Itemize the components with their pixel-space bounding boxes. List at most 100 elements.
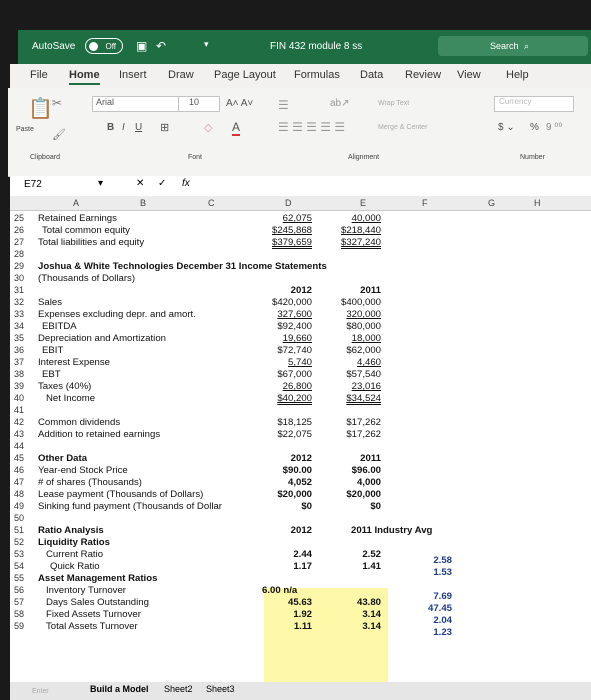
row-number[interactable]: 54: [10, 561, 36, 571]
bold-button[interactable]: B: [107, 122, 114, 133]
name-box-dropdown-icon[interactable]: ▾: [98, 178, 103, 189]
row-number[interactable]: 42: [10, 417, 36, 427]
percent-button[interactable]: %: [530, 122, 539, 133]
cell-d45[interactable]: 2012: [250, 453, 312, 464]
row-number[interactable]: 40: [10, 393, 36, 403]
row-number[interactable]: 48: [10, 489, 36, 499]
cell-d27[interactable]: $379,659: [250, 237, 312, 248]
menu-home[interactable]: Home: [69, 69, 100, 85]
cell-a52[interactable]: Liquidity Ratios: [38, 537, 110, 548]
increase-font-icon[interactable]: A˄ A˅: [226, 98, 253, 109]
cell-a32[interactable]: Sales: [38, 297, 62, 308]
cell-e57[interactable]: 43.80: [319, 597, 381, 608]
cell-e34[interactable]: $80,000: [319, 321, 381, 332]
worksheet-grid[interactable]: A B C D E F G H 25 26 27 28 29 30 31 32 …: [10, 196, 591, 682]
cell-e48[interactable]: $20,000: [319, 489, 381, 500]
cell-d59[interactable]: 1.11: [250, 621, 312, 632]
menu-page-layout[interactable]: Page Layout: [214, 69, 276, 81]
cell-d31[interactable]: 2012: [250, 285, 312, 296]
cell-a42[interactable]: Common dividends: [38, 417, 120, 428]
menu-help[interactable]: Help: [506, 69, 529, 81]
cell-d40[interactable]: $40,200: [250, 393, 312, 404]
menu-file[interactable]: File: [30, 69, 48, 81]
cell-e59[interactable]: 3.14: [319, 621, 381, 632]
cut-icon[interactable]: ✂: [52, 96, 62, 110]
cell-e38[interactable]: $57,540: [319, 369, 381, 380]
cell-e53[interactable]: 2.52: [319, 549, 381, 560]
cell-e36[interactable]: $62,000: [319, 345, 381, 356]
customize-icon[interactable]: ▾: [204, 39, 209, 50]
cell-a34[interactable]: EBITDA: [42, 321, 77, 332]
row-number[interactable]: 46: [10, 465, 36, 475]
cell-d25[interactable]: 62,075: [250, 213, 312, 224]
row-number[interactable]: 59: [10, 621, 36, 631]
row-number[interactable]: 27: [10, 237, 36, 247]
row-number[interactable]: 58: [10, 609, 36, 619]
cell-f57[interactable]: 47.45: [400, 603, 452, 614]
cell-e25[interactable]: 40,000: [319, 213, 381, 224]
cell-e33[interactable]: 320,000: [319, 309, 381, 320]
cell-a29[interactable]: Joshua & White Technologies December 31 …: [38, 261, 327, 272]
row-number[interactable]: 56: [10, 585, 36, 595]
cell-d51[interactable]: 2012: [250, 525, 312, 536]
cell-e51[interactable]: 2011 Industry Avg: [351, 525, 432, 536]
font-color-icon[interactable]: A: [232, 120, 241, 136]
row-number[interactable]: 52: [10, 537, 36, 547]
col-e[interactable]: E: [360, 198, 366, 208]
row-number[interactable]: 38: [10, 369, 36, 379]
cell-e45[interactable]: 2011: [319, 453, 381, 464]
cell-e47[interactable]: 4,000: [319, 477, 381, 488]
row-number[interactable]: 47: [10, 477, 36, 487]
cell-d26[interactable]: $245,868: [250, 225, 312, 236]
cell-a40[interactable]: Net Income: [46, 393, 95, 404]
underline-button[interactable]: U: [135, 122, 142, 133]
format-painter-icon[interactable]: 🖌: [52, 128, 66, 141]
cell-e37[interactable]: 4,460: [319, 357, 381, 368]
menu-formulas[interactable]: Formulas: [294, 69, 340, 81]
row-number[interactable]: 39: [10, 381, 36, 391]
row-number[interactable]: 26: [10, 225, 36, 235]
cell-d49[interactable]: $0: [250, 501, 312, 512]
align-left-icon[interactable]: ☰ ☰ ☰ ☰ ☰: [278, 120, 345, 134]
cell-f59[interactable]: 1.23: [400, 627, 452, 638]
number-format-select[interactable]: Currency: [494, 96, 574, 112]
row-number[interactable]: 41: [10, 405, 36, 415]
cell-e54[interactable]: 1.41: [319, 561, 381, 572]
merge-center-button[interactable]: Merge & Center: [378, 124, 427, 131]
col-b[interactable]: B: [140, 198, 146, 208]
search-box[interactable]: ⌕ Search: [438, 36, 588, 56]
cell-d48[interactable]: $20,000: [250, 489, 312, 500]
sheet-tab-sheet2[interactable]: Sheet2: [164, 684, 193, 694]
cell-f56[interactable]: 7.69: [400, 591, 452, 602]
cell-a53[interactable]: Current Ratio: [46, 549, 103, 560]
cell-d47[interactable]: 4,052: [250, 477, 312, 488]
cell-d38[interactable]: $67,000: [250, 369, 312, 380]
row-number[interactable]: 43: [10, 429, 36, 439]
cell-d57[interactable]: 45.63: [250, 597, 312, 608]
row-number[interactable]: 45: [10, 453, 36, 463]
enter-icon[interactable]: ✓: [158, 178, 166, 189]
paste-icon[interactable]: 📋: [28, 96, 53, 121]
cell-a25[interactable]: Retained Earnings: [38, 213, 117, 224]
sheet-tab-build-a-model[interactable]: Build a Model: [90, 684, 149, 694]
menu-data[interactable]: Data: [360, 69, 383, 81]
cell-d53[interactable]: 2.44: [250, 549, 312, 560]
cell-a57[interactable]: Days Sales Outstanding: [46, 597, 149, 608]
italic-button[interactable]: I: [122, 122, 125, 133]
cell-d32[interactable]: $420,000: [250, 297, 312, 308]
cell-f53[interactable]: 2.58: [400, 555, 452, 566]
row-number[interactable]: 44: [10, 441, 36, 451]
row-number[interactable]: 49: [10, 501, 36, 511]
row-number[interactable]: 55: [10, 573, 36, 583]
cell-d37[interactable]: 5,740: [250, 357, 312, 368]
currency-icon[interactable]: $ ⌄: [498, 122, 515, 133]
menu-insert[interactable]: Insert: [119, 69, 147, 81]
cell-a37[interactable]: Interest Expense: [38, 357, 110, 368]
cell-a35[interactable]: Depreciation and Amortization: [38, 333, 166, 344]
cell-f54[interactable]: 1.53: [400, 567, 452, 578]
row-number[interactable]: 53: [10, 549, 36, 559]
row-number[interactable]: 28: [10, 249, 36, 259]
row-number[interactable]: 30: [10, 273, 36, 283]
cell-a51[interactable]: Ratio Analysis: [38, 525, 104, 536]
cell-a55[interactable]: Asset Management Ratios: [38, 573, 157, 584]
